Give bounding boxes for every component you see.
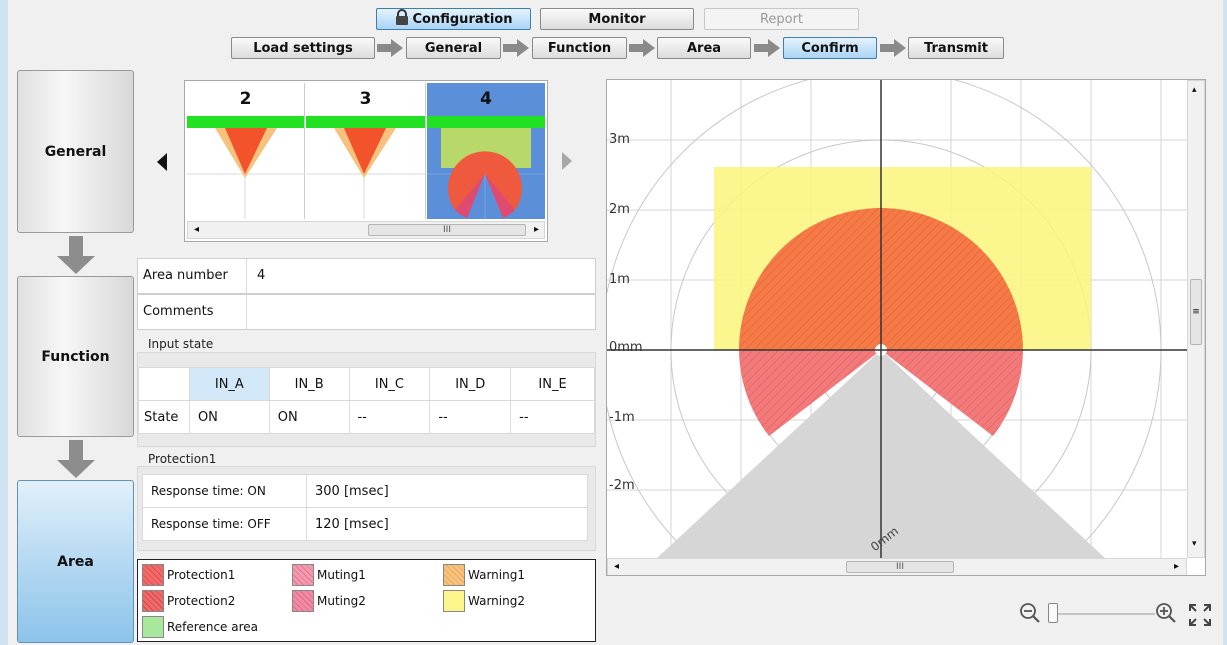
vscroll-thumb[interactable]: ≡ (1190, 279, 1202, 345)
step-general[interactable]: General (406, 37, 501, 59)
thumbnail-scrollbar[interactable]: ◂ III ▸ (187, 221, 545, 239)
legend-swatch (443, 590, 465, 612)
legend-item: Reference area (142, 616, 258, 638)
area-hscrollbar[interactable]: ◂ III ▸ (607, 558, 1187, 575)
arrow-down-icon (57, 236, 95, 274)
fit-screen-icon[interactable] (1188, 603, 1212, 627)
state-value: -- (348, 400, 431, 434)
scroll-left-icon[interactable]: ◂ (614, 561, 619, 572)
nav-general[interactable]: General (17, 70, 134, 233)
comments-row: Comments (137, 294, 596, 330)
scroll-up-icon[interactable]: ▴ (1192, 85, 1197, 95)
zoom-out-icon[interactable] (1019, 602, 1041, 624)
scroll-down-icon[interactable]: ▾ (1192, 539, 1197, 549)
area-number-label: Area number (143, 268, 228, 283)
legend: Protection1 Muting1 Warning1 Protection2… (137, 559, 596, 642)
configuration-tab[interactable]: Configuration (376, 8, 531, 30)
legend-item: Warning1 (443, 564, 525, 586)
lock-icon (395, 9, 409, 29)
step-confirm[interactable]: Confirm (783, 37, 877, 59)
hscroll-thumb[interactable]: III (846, 561, 954, 573)
legend-swatch (142, 590, 164, 612)
y-label: 0mm (609, 340, 643, 355)
area-view[interactable]: 3m 2m 1m 0mm -1m -2m 0mm ▴ ≡ ▾ ◂ III ▸ (606, 79, 1206, 576)
area-number-value[interactable]: 4 (257, 268, 265, 283)
configuration-tab-label: Configuration (412, 11, 513, 27)
arrow-right-icon (754, 39, 780, 57)
arrow-down-icon (57, 440, 95, 478)
arrow-right-icon (377, 39, 403, 57)
arrow-right-icon (629, 39, 655, 57)
y-label: 1m (609, 272, 630, 287)
y-label: -2m (609, 478, 635, 493)
step-area[interactable]: Area (657, 37, 751, 59)
scroll-thumb[interactable]: III (368, 224, 526, 236)
area-vscrollbar[interactable]: ▴ ≡ ▾ (1187, 80, 1205, 558)
thumbnail-label: 3 (359, 89, 372, 109)
area-canvas[interactable] (607, 80, 1187, 558)
arrow-right-icon (503, 39, 529, 57)
legend-item: Muting1 (292, 564, 366, 586)
zoom-slider-thumb[interactable] (1048, 603, 1058, 623)
input-header: IN_C (348, 367, 431, 401)
prev-arrow-icon[interactable] (157, 153, 169, 171)
scroll-left-icon[interactable]: ◂ (194, 224, 199, 235)
thumbnail-shape (187, 128, 305, 219)
thumbnail-area-3[interactable]: 3 (306, 83, 426, 219)
response-on-label: Response time: ON (142, 474, 307, 508)
legend-item: Protection1 (142, 564, 235, 586)
nav-function[interactable]: Function (17, 276, 134, 437)
input-state-title: Input state (148, 337, 214, 351)
thumbnail-area-2[interactable]: 2 (187, 83, 305, 219)
legend-swatch (443, 564, 465, 586)
next-arrow-icon[interactable] (560, 152, 572, 170)
input-header: IN_A (188, 367, 270, 401)
y-label: 3m (609, 132, 630, 147)
thumbnail-shape (306, 128, 426, 219)
state-value: -- (510, 400, 595, 434)
arrow-right-icon (880, 39, 906, 57)
zoom-in-icon[interactable] (1155, 602, 1177, 624)
step-load-settings[interactable]: Load settings (231, 37, 375, 59)
scroll-right-icon[interactable]: ▸ (1174, 561, 1179, 572)
state-row-label: State (138, 400, 190, 434)
legend-swatch (142, 564, 164, 586)
state-value: ON (188, 400, 270, 434)
zoom-slider-track[interactable] (1055, 613, 1155, 615)
legend-swatch (292, 590, 314, 612)
thumbnail-label: 2 (239, 89, 252, 109)
nav-area[interactable]: Area (17, 480, 134, 643)
legend-item: Warning2 (443, 590, 525, 612)
step-function[interactable]: Function (532, 37, 627, 59)
legend-swatch (292, 564, 314, 586)
thumbnail-label: 4 (480, 89, 492, 109)
legend-item: Muting2 (292, 590, 366, 612)
area-thumbnails: 2 3 4 ◂ III ▸ (184, 80, 548, 242)
step-transmit[interactable]: Transmit (908, 37, 1004, 59)
monitor-tab[interactable]: Monitor (540, 8, 694, 30)
thumbnail-shape (427, 128, 545, 219)
protection-title: Protection1 (148, 452, 217, 466)
scroll-right-icon[interactable]: ▸ (534, 224, 539, 235)
y-label: -1m (609, 410, 635, 425)
input-state-table: IN_A IN_B IN_C IN_D IN_E State ON ON -- … (138, 367, 595, 434)
response-off-label: Response time: OFF (142, 507, 307, 541)
input-header: IN_E (510, 367, 595, 401)
protection-table: Response time: ON 300 [msec] Response ti… (142, 474, 588, 541)
y-label: 2m (609, 202, 630, 217)
thumbnail-area-4[interactable]: 4 (427, 83, 545, 219)
legend-swatch (142, 616, 164, 638)
state-value: -- (429, 400, 512, 434)
area-number-row: Area number 4 (137, 258, 596, 294)
report-tab[interactable]: Report (704, 8, 859, 30)
legend-item: Protection2 (142, 590, 235, 612)
response-off-value[interactable]: 120 [msec] (306, 507, 588, 541)
input-header: IN_B (268, 367, 350, 401)
comments-label: Comments (143, 304, 214, 319)
state-value: ON (268, 400, 350, 434)
input-header: IN_D (429, 367, 512, 401)
response-on-value[interactable]: 300 [msec] (306, 474, 588, 508)
